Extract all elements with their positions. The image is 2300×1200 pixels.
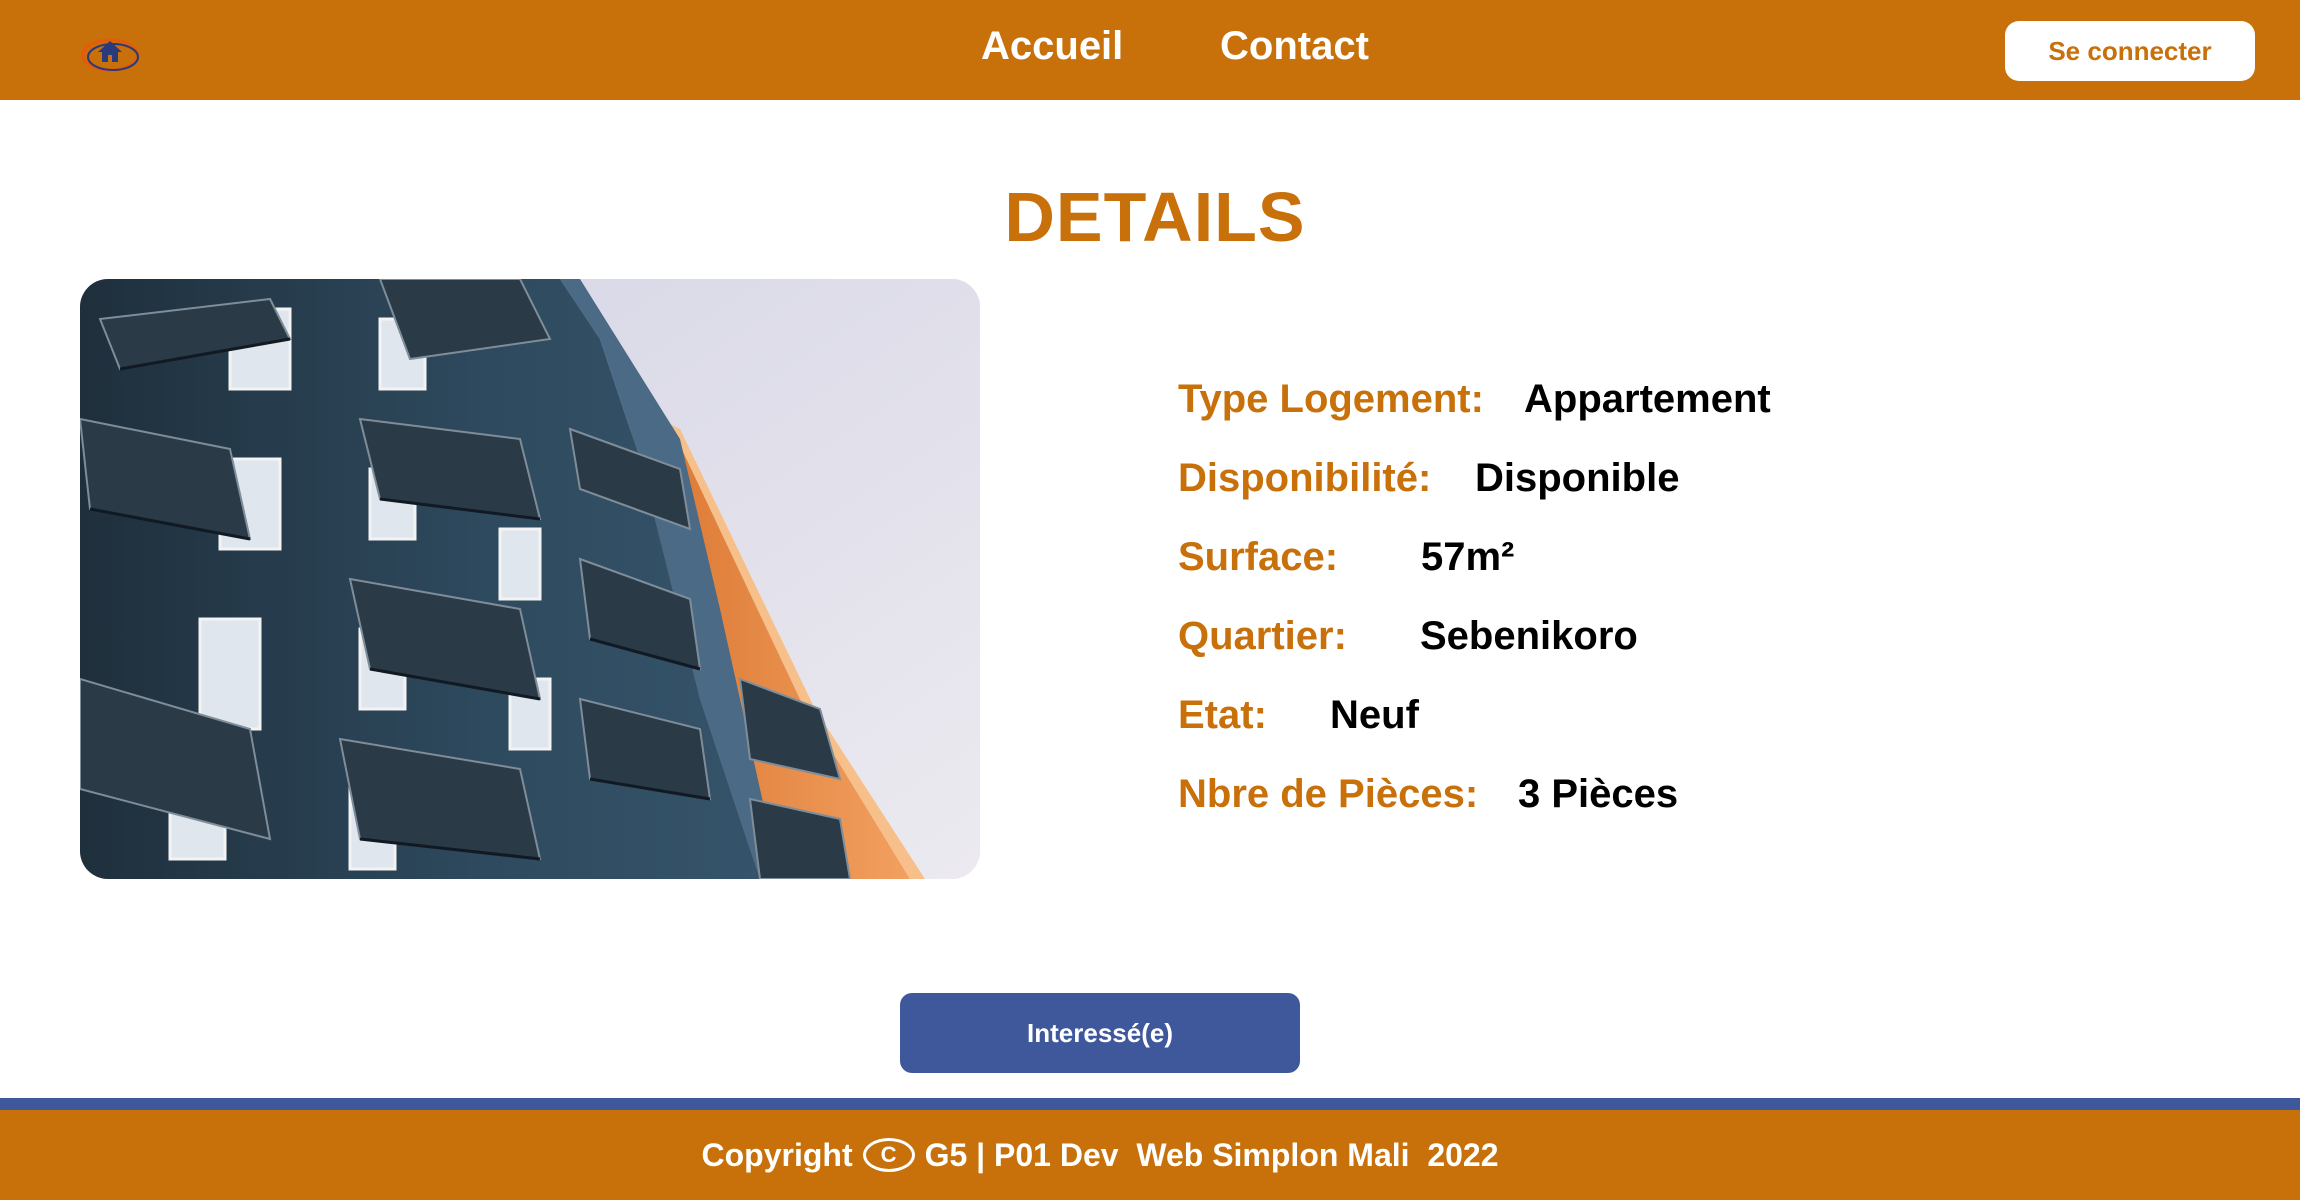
- detail-label-type: Type Logement:: [1178, 377, 1484, 421]
- copyright-icon: [862, 1138, 915, 1172]
- footer-divider: [0, 1098, 2300, 1110]
- detail-label-availability: Disponibilité:: [1178, 456, 1432, 500]
- detail-label-rooms: Nbre de Pièces:: [1178, 772, 1479, 816]
- footer-copyright: Copyright G5 | P01 Dev Web Simplon Mali …: [0, 1110, 2200, 1200]
- apartment-photo: [80, 279, 980, 879]
- detail-label-district: Quartier:: [1178, 614, 1347, 658]
- detail-value-district: Sebenikoro: [1420, 614, 1638, 658]
- detail-value-availability: Disponible: [1475, 456, 1680, 500]
- footer: Copyright G5 | P01 Dev Web Simplon Mali …: [0, 1110, 2300, 1200]
- nav-contact-link[interactable]: Contact: [1220, 22, 1369, 70]
- detail-label-surface: Surface:: [1178, 535, 1339, 579]
- detail-label-condition: Etat:: [1178, 693, 1267, 737]
- footer-copyright-prefix: Copyright: [701, 1136, 853, 1173]
- login-button[interactable]: Se connecter: [2005, 21, 2255, 81]
- footer-copyright-text: G5 | P01 Dev Web Simplon Mali 2022: [924, 1136, 1499, 1173]
- page-title: DETAILS: [1004, 178, 1306, 256]
- detail-value-surface: 57m²: [1421, 535, 1515, 579]
- detail-value-condition: Neuf: [1330, 693, 1419, 737]
- interested-button[interactable]: Interessé(e): [900, 993, 1300, 1073]
- detail-value-type: Appartement: [1524, 377, 1771, 421]
- detail-value-rooms: 3 Pièces: [1518, 772, 1679, 816]
- top-navbar: Accueil Contact Se connecter: [0, 0, 2300, 100]
- house-logo-icon[interactable]: [80, 32, 140, 74]
- nav-accueil-link[interactable]: Accueil: [981, 22, 1123, 70]
